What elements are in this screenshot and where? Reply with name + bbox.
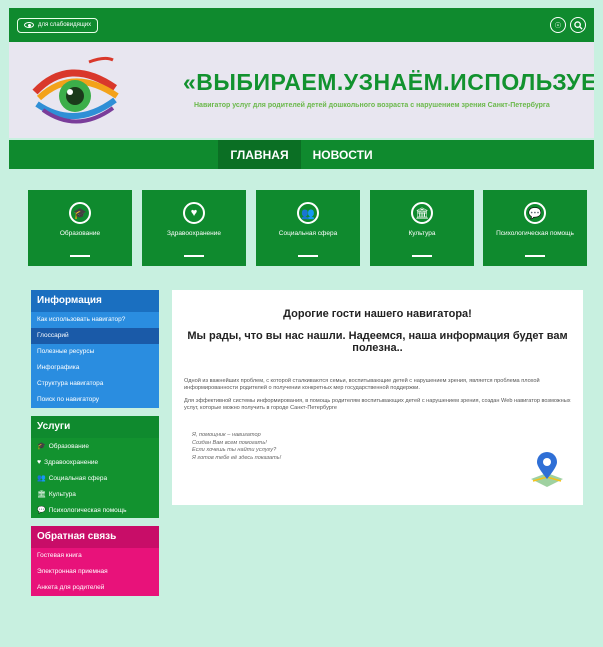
sidebar: Информация Как использовать навигатор? Г… xyxy=(31,290,159,604)
sidebar-item-label: Социальная сфера xyxy=(48,474,108,482)
tile-education[interactable]: 🎓 Образование xyxy=(28,190,132,266)
sidebar-item-label: Психологическая помощь xyxy=(48,506,127,514)
category-tiles: 🎓 Образование ♥ Здравоохранение 👥 Социал… xyxy=(9,190,594,266)
low-vision-button[interactable]: для слабовидящих xyxy=(17,17,99,33)
eye-icon xyxy=(24,22,34,28)
sidebar-item-structure[interactable]: Структура навигатора xyxy=(31,376,159,392)
graduation-cap-icon: 🎓 xyxy=(69,202,91,224)
tile-culture[interactable]: 🏛 Культура xyxy=(370,190,474,266)
sidebar-item-search[interactable]: Поиск по навигатору xyxy=(31,392,159,408)
poem-line: Если хочешь ты найти услугу? xyxy=(192,447,277,453)
tile-label: Социальная сфера xyxy=(278,230,338,237)
tile-healthcare[interactable]: ♥ Здравоохранение xyxy=(142,190,246,266)
heart-pulse-icon: ♥ xyxy=(37,458,42,466)
sidebar-item-healthcare[interactable]: ♥ Здравоохранение xyxy=(31,454,159,470)
low-vision-label: для слабовидящих xyxy=(38,22,92,28)
sidebar-item-how-to-use[interactable]: Как использовать навигатор? xyxy=(31,312,159,328)
sidebar-item-infographics[interactable]: Инфографика xyxy=(31,360,159,376)
sidebar-info-block: Информация Как использовать навигатор? Г… xyxy=(31,290,159,408)
tile-underline xyxy=(525,255,545,257)
tile-underline xyxy=(298,255,318,257)
intro-paragraph: Одной из важнейших проблем, с которой ст… xyxy=(184,378,540,391)
sidebar-item-psychology[interactable]: 💬 Психологическая помощь xyxy=(31,502,159,518)
museum-icon: 🏛 xyxy=(411,202,433,224)
top-bar: для слабовидящих ☉ xyxy=(9,8,594,42)
sidebar-item-social[interactable]: 👥 Социальная сфера xyxy=(31,470,159,486)
main-content: Дорогие гости нашего навигатора! Мы рады… xyxy=(172,290,583,505)
poem: Я, помощник – навигатор Создан Вам всем … xyxy=(192,432,392,462)
tile-label: Здравоохранение xyxy=(166,230,221,237)
accessibility-icon[interactable]: ☉ xyxy=(550,17,566,33)
tile-social[interactable]: 👥 Социальная сфера xyxy=(256,190,360,266)
tile-psychology[interactable]: 💬 Психологическая помощь xyxy=(483,190,587,266)
tile-underline xyxy=(70,255,90,257)
poem-line: Создан Вам всем помогать! xyxy=(192,439,267,446)
top-icons: ☉ xyxy=(550,17,586,33)
sidebar-item-guestbook[interactable]: Гостевая книга xyxy=(31,548,159,564)
main-nav: ГЛАВНАЯ НОВОСТИ xyxy=(9,140,594,169)
sidebar-item-survey[interactable]: Анкета для родителей xyxy=(31,580,159,596)
poem-line: Я готов тебе её здесь показать! xyxy=(192,454,282,461)
chat-icon: 💬 xyxy=(37,507,46,514)
page: для слабовидящих ☉ «ВЫБИРАЕМ.УЗНАЁМ.ИСПО… xyxy=(9,8,594,647)
tile-underline xyxy=(184,255,204,257)
sidebar-item-education[interactable]: 🎓 Образование xyxy=(31,438,159,454)
logo-eye-icon[interactable] xyxy=(29,52,121,130)
tile-label: Образование xyxy=(59,230,101,237)
sidebar-item-label: Культура xyxy=(48,490,76,498)
site-subtitle: Навигатор услуг для родителей детей дошк… xyxy=(194,102,550,109)
sidebar-item-label: Образование xyxy=(48,442,90,450)
graduation-cap-icon: 🎓 xyxy=(37,443,46,450)
map-pin-icon xyxy=(531,452,563,487)
sidebar-item-label: Здравоохранение xyxy=(44,458,99,466)
nav-item-news[interactable]: НОВОСТИ xyxy=(301,140,385,169)
site-title: «ВЫБИРАЕМ.УЗНАЁМ.ИСПОЛЬЗУЕМ» xyxy=(183,69,594,95)
search-icon[interactable] xyxy=(570,17,586,33)
site-header: «ВЫБИРАЕМ.УЗНАЁМ.ИСПОЛЬЗУЕМ» Навигатор у… xyxy=(9,42,594,138)
welcome-subheading: Мы рады, что вы нас нашли. Надеемся, наш… xyxy=(187,330,568,354)
sidebar-item-culture[interactable]: 🏛 Культура xyxy=(31,486,159,502)
chat-icon: 💬 xyxy=(524,202,546,224)
tile-underline xyxy=(412,255,432,257)
navigator-paragraph: Для эффективной системы информирования, … xyxy=(184,398,571,411)
heart-pulse-icon: ♥ xyxy=(183,202,205,224)
sidebar-item-resources[interactable]: Полезные ресурсы xyxy=(31,344,159,360)
welcome-heading: Дорогие гости нашего навигатора! xyxy=(283,308,472,320)
nav-item-home[interactable]: ГЛАВНАЯ xyxy=(218,140,301,169)
tile-label: Культура xyxy=(408,230,436,237)
museum-icon: 🏛 xyxy=(37,491,46,498)
sidebar-services-block: Услуги 🎓 Образование ♥ Здравоохранение 👥… xyxy=(31,416,159,518)
sidebar-services-title: Услуги xyxy=(31,416,159,438)
people-icon: 👥 xyxy=(37,475,46,482)
sidebar-feedback-title: Обратная связь xyxy=(31,526,159,548)
sidebar-info-title: Информация xyxy=(31,290,159,312)
sidebar-item-e-reception[interactable]: Электронная приемная xyxy=(31,564,159,580)
sidebar-item-glossary[interactable]: Глоссарий xyxy=(31,328,159,344)
poem-line: Я, помощник – навигатор xyxy=(192,432,261,438)
tile-label: Психологическая помощь xyxy=(496,230,574,237)
people-icon: 👥 xyxy=(297,202,319,224)
sidebar-feedback-block: Обратная связь Гостевая книга Электронна… xyxy=(31,526,159,596)
